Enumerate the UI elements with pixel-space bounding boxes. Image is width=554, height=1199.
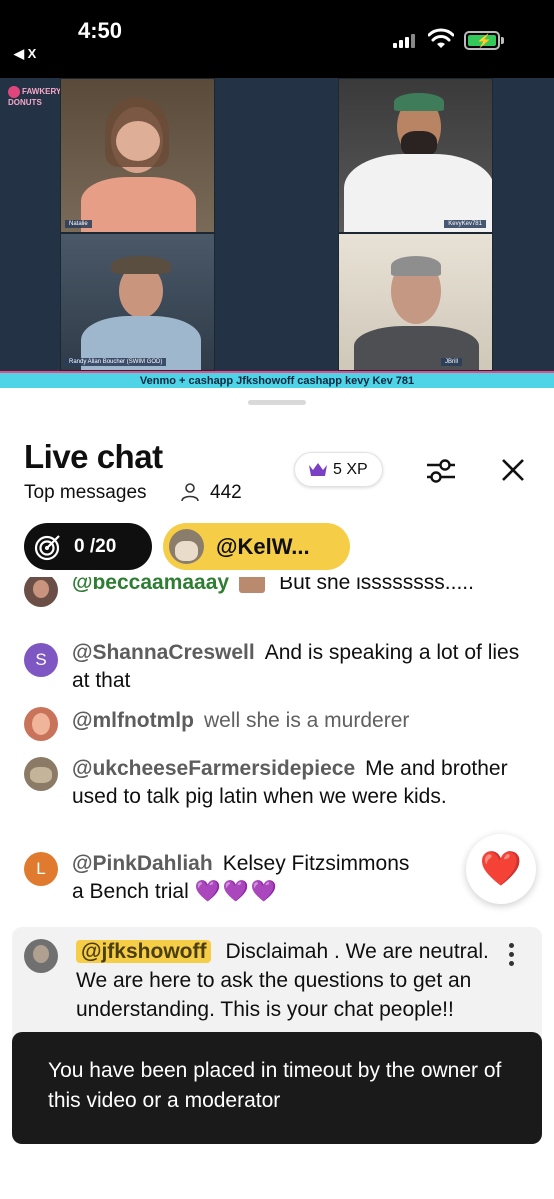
close-icon[interactable]: [497, 454, 529, 486]
chat-username[interactable]: @PinkDahliah: [72, 852, 213, 875]
chat-filter-dropdown[interactable]: Top messages: [24, 482, 147, 504]
battery-icon: ⚡: [464, 31, 500, 50]
live-chat-panel: Live chat Top messages 442 5 XP 0 /20 @K…: [0, 392, 554, 1199]
video-banner: Venmo + cashapp Jfkshowoff cashapp kevy …: [0, 371, 554, 388]
signal-icon: [393, 32, 419, 48]
drag-handle[interactable]: [248, 400, 306, 405]
channel-logo: FAWKERY DONUTS: [8, 86, 64, 110]
avatar: L: [24, 852, 58, 886]
send-heart-button[interactable]: ❤️: [466, 834, 536, 904]
chat-username[interactable]: @mlfnotmlp: [72, 709, 194, 732]
status-bar: 4:50 ◀ X ⚡: [0, 0, 554, 78]
participant-name: JBrill: [441, 358, 462, 366]
participant-tile: Randy Allan Boucher (SWIM GOD): [60, 233, 215, 371]
crown-icon: [309, 463, 327, 476]
viewers-icon: [181, 483, 199, 502]
video-player[interactable]: FAWKERY DONUTS Natalie KevyKev781 Randy …: [0, 78, 554, 388]
status-time: 4:50: [78, 18, 123, 43]
chat-username[interactable]: @jfkshowoff: [76, 940, 212, 963]
more-options-icon[interactable]: [504, 943, 518, 973]
wifi-icon: [428, 28, 454, 48]
chat-text: But she issssssss.....: [279, 577, 474, 594]
chat-message-list[interactable]: @beccaamaaay But she issssssss..... S @Sh…: [0, 577, 554, 1067]
chat-text: well she is a murderer: [203, 709, 410, 732]
participant-tile: KevyKev781: [338, 78, 493, 233]
goal-progress-pill[interactable]: 0 /20: [24, 523, 152, 570]
goal-count: 0 /20: [74, 536, 117, 557]
purple-hearts-emoji: 💜💜💜: [194, 880, 280, 903]
viewer-count: 442: [210, 482, 242, 503]
participant-tile: JBrill: [338, 233, 493, 371]
pinned-user-pill[interactable]: @KelW...: [163, 523, 350, 570]
participant-name: KevyKev781: [444, 220, 486, 228]
avatar: [24, 707, 58, 741]
avatar: S: [24, 643, 58, 677]
avatar: [24, 757, 58, 791]
chat-username[interactable]: @ukcheeseFarmersidepiece: [72, 757, 355, 780]
chat-username[interactable]: @beccaamaaay: [72, 577, 229, 594]
xp-label: 5 XP: [333, 461, 368, 478]
avatar: [24, 939, 58, 973]
target-icon: [34, 535, 60, 561]
avatar: [169, 529, 204, 564]
timeout-toast: You have been placed in timeout by the o…: [12, 1032, 542, 1144]
participant-name: Randy Allan Boucher (SWIM GOD): [65, 358, 167, 366]
battery-cap: [501, 37, 504, 44]
avatar: [24, 577, 58, 607]
xp-chip[interactable]: 5 XP: [294, 452, 383, 487]
chat-title: Live chat: [24, 438, 163, 475]
chat-username[interactable]: @ShannaCreswell: [72, 641, 255, 664]
chat-text-continued: a Bench trial: [72, 880, 189, 903]
back-to-app-link[interactable]: ◀ X: [14, 46, 36, 62]
settings-sliders-icon[interactable]: [424, 454, 458, 488]
participant-name: Natalie: [65, 220, 92, 228]
chat-text: Kelsey Fitzsimmons: [222, 852, 410, 875]
pinned-username: @KelW...: [216, 534, 310, 559]
custom-emoji: [239, 577, 266, 593]
participant-tile: Natalie: [60, 78, 215, 233]
